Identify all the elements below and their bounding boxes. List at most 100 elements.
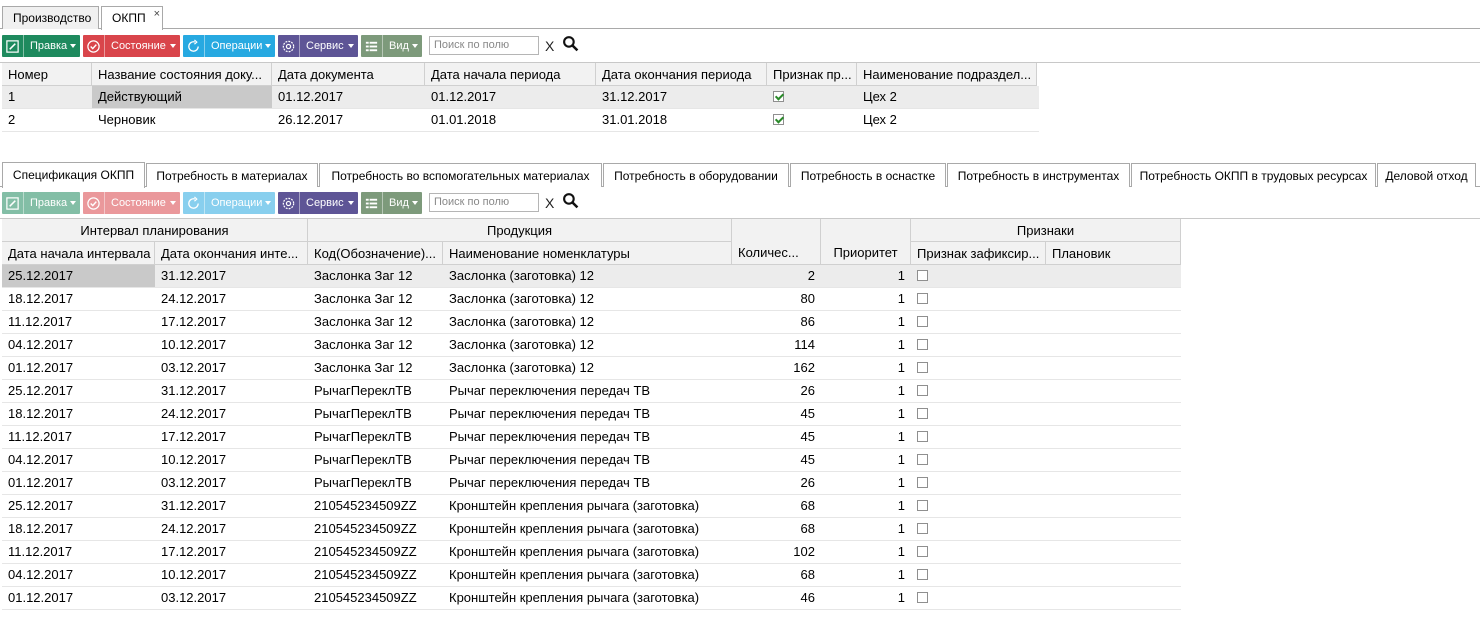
cell-interval-end: 03.12.2017 bbox=[161, 360, 227, 375]
table-row[interactable]: 04.12.2017 10.12.2017 РычагПереклТВ Рычаг п… bbox=[2, 449, 1181, 472]
tab-production[interactable]: Производство bbox=[2, 6, 99, 29]
clear-search-button[interactable]: X bbox=[545, 38, 554, 54]
fixed-flag-checkbox[interactable] bbox=[917, 408, 928, 419]
fixed-flag-checkbox[interactable] bbox=[917, 431, 928, 442]
fixed-flag-checkbox[interactable] bbox=[917, 477, 928, 488]
fixed-flag-checkbox[interactable] bbox=[917, 362, 928, 373]
view-button-label: Вид bbox=[389, 40, 409, 52]
fixed-flag-checkbox[interactable] bbox=[917, 293, 928, 304]
column-header-fixed-flag[interactable]: Признак зафиксир... bbox=[911, 242, 1046, 265]
column-header[interactable]: Название состояния доку... bbox=[92, 63, 272, 86]
table-row[interactable]: 01.12.2017 03.12.2017 210545234509ZZ Кроншт… bbox=[2, 587, 1181, 610]
clear-search-button[interactable]: X bbox=[545, 195, 554, 211]
cell-nomenclature: Кронштейн крепления рычага (заготовка) bbox=[449, 521, 700, 536]
cell-interval-end: 03.12.2017 bbox=[161, 475, 227, 490]
list-view-icon bbox=[361, 192, 383, 214]
cell-code: Заслонка Заг 12 bbox=[314, 268, 413, 283]
column-header-interval-start[interactable]: Дата начала интервала bbox=[2, 242, 155, 265]
cell-planner bbox=[1046, 357, 1181, 379]
check-circle-icon bbox=[83, 35, 105, 57]
tab-auxiliary-materials[interactable]: Потребность во вспомогательных материала… bbox=[319, 163, 602, 187]
tab-instruments[interactable]: Потребность в инструментах bbox=[947, 163, 1130, 187]
table-row[interactable]: 25.12.2017 31.12.2017 Заслонка Заг 12 Засло… bbox=[2, 265, 1181, 288]
table-row[interactable]: 11.12.2017 17.12.2017 210545234509ZZ Кроншт… bbox=[2, 541, 1181, 564]
operations-button-label: Операции bbox=[211, 40, 263, 52]
tab-specification[interactable]: Спецификация ОКПП bbox=[2, 162, 145, 188]
fixed-flag-checkbox[interactable] bbox=[917, 385, 928, 396]
fixed-flag-checkbox[interactable] bbox=[917, 592, 928, 603]
close-icon[interactable]: × bbox=[154, 8, 160, 20]
search-icon[interactable] bbox=[562, 192, 579, 212]
table-row[interactable]: 25.12.2017 31.12.2017 210545234509ZZ Кроншт… bbox=[2, 495, 1181, 518]
cell-planner bbox=[1046, 403, 1181, 425]
tab-business-waste[interactable]: Деловой отход bbox=[1377, 163, 1476, 187]
table-row[interactable]: 18.12.2017 24.12.2017 РычагПереклТВ Рычаг п… bbox=[2, 403, 1181, 426]
tab-materials[interactable]: Потребность в материалах bbox=[146, 163, 318, 187]
column-header[interactable]: Дата документа bbox=[272, 63, 425, 86]
cell-nomenclature: Рычаг переключения передач ТВ bbox=[449, 429, 651, 444]
tab-labor-resources[interactable]: Потребность ОКПП в трудовых ресурсах bbox=[1131, 163, 1376, 187]
tab-equipment[interactable]: Потребность в оборудовании bbox=[603, 163, 789, 187]
table-row[interactable]: 01.12.2017 03.12.2017 РычагПереклТВ Рычаг п… bbox=[2, 472, 1181, 495]
fixed-flag-checkbox[interactable] bbox=[917, 500, 928, 511]
fixed-flag-checkbox[interactable] bbox=[917, 546, 928, 557]
column-header[interactable]: Номер bbox=[2, 63, 92, 86]
tab-okpp[interactable]: ОКПП × bbox=[101, 6, 163, 30]
refresh-icon bbox=[183, 35, 205, 57]
column-header[interactable]: Дата начала периода bbox=[425, 63, 596, 86]
cell-quantity: 86 bbox=[800, 314, 815, 329]
cell-planner bbox=[1046, 472, 1181, 494]
cell-interval-start: 25.12.2017 bbox=[8, 498, 74, 513]
fixed-flag-checkbox[interactable] bbox=[917, 339, 928, 350]
cell-priority: 1 bbox=[897, 291, 905, 306]
table-row[interactable]: 04.12.2017 10.12.2017 Заслонка Заг 12 Засло… bbox=[2, 334, 1181, 357]
table-row[interactable]: 18.12.2017 24.12.2017 Заслонка Заг 12 Засло… bbox=[2, 288, 1181, 311]
fixed-flag-checkbox[interactable] bbox=[917, 270, 928, 281]
column-header-quantity[interactable]: Количес... bbox=[732, 219, 821, 265]
cell-end-date: 31.01.2018 bbox=[602, 112, 668, 127]
search-input[interactable]: Поиск по полю bbox=[429, 36, 539, 55]
view-button[interactable]: Вид bbox=[361, 192, 422, 214]
edit-button[interactable]: Правка bbox=[2, 192, 80, 214]
cell-interval-start: 11.12.2017 bbox=[8, 429, 73, 444]
fixed-flag-checkbox[interactable] bbox=[917, 454, 928, 465]
flag-checkbox[interactable] bbox=[773, 114, 784, 125]
operations-button[interactable]: Операции bbox=[183, 35, 275, 57]
cell-quantity: 45 bbox=[800, 452, 815, 467]
table-row[interactable]: 2 Черновик 26.12.2017 01.01.2018 31.01.2… bbox=[2, 109, 1039, 132]
cell-priority: 1 bbox=[897, 383, 905, 398]
fixed-flag-checkbox[interactable] bbox=[917, 316, 928, 327]
fixed-flag-checkbox[interactable] bbox=[917, 569, 928, 580]
cell-interval-end: 10.12.2017 bbox=[161, 567, 227, 582]
table-row[interactable]: 01.12.2017 03.12.2017 Заслонка Заг 12 Засло… bbox=[2, 357, 1181, 380]
table-row[interactable]: 1 Действующий 01.12.2017 01.12.2017 31.1… bbox=[2, 86, 1039, 109]
column-header-priority[interactable]: Приоритет bbox=[821, 219, 911, 265]
table-row[interactable]: 11.12.2017 17.12.2017 Заслонка Заг 12 Засло… bbox=[2, 311, 1181, 334]
column-header[interactable]: Дата окончания периода bbox=[596, 63, 767, 86]
table-row[interactable]: 04.12.2017 10.12.2017 210545234509ZZ Кроншт… bbox=[2, 564, 1181, 587]
state-button[interactable]: Состояние bbox=[83, 35, 180, 57]
column-header-nomenclature[interactable]: Наименование номенклатуры bbox=[443, 242, 732, 265]
cell-priority: 1 bbox=[897, 314, 905, 329]
column-header[interactable]: Наименование подраздел... bbox=[857, 63, 1037, 86]
column-header-planner[interactable]: Плановик bbox=[1046, 242, 1181, 265]
view-button[interactable]: Вид bbox=[361, 35, 422, 57]
search-input[interactable]: Поиск по полю bbox=[429, 193, 539, 212]
column-header-interval-end[interactable]: Дата окончания инте... bbox=[155, 242, 308, 265]
state-button[interactable]: Состояние bbox=[83, 192, 180, 214]
fixed-flag-checkbox[interactable] bbox=[917, 523, 928, 534]
operations-button[interactable]: Операции bbox=[183, 192, 275, 214]
column-header-code[interactable]: Код(Обозначение)... bbox=[308, 242, 443, 265]
service-button[interactable]: Сервис bbox=[278, 192, 358, 214]
search-icon[interactable] bbox=[562, 35, 579, 55]
table-row[interactable]: 25.12.2017 31.12.2017 РычагПереклТВ Рычаг п… bbox=[2, 380, 1181, 403]
table-row[interactable]: 11.12.2017 17.12.2017 РычагПереклТВ Рычаг п… bbox=[2, 426, 1181, 449]
pencil-icon bbox=[2, 192, 24, 214]
tab-tooling[interactable]: Потребность в оснастке bbox=[790, 163, 946, 187]
chevron-down-icon bbox=[348, 44, 354, 48]
column-header[interactable]: Признак пр... bbox=[767, 63, 857, 86]
table-row[interactable]: 18.12.2017 24.12.2017 210545234509ZZ Кроншт… bbox=[2, 518, 1181, 541]
flag-checkbox[interactable] bbox=[773, 91, 784, 102]
edit-button[interactable]: Правка bbox=[2, 35, 80, 57]
service-button[interactable]: Сервис bbox=[278, 35, 358, 57]
